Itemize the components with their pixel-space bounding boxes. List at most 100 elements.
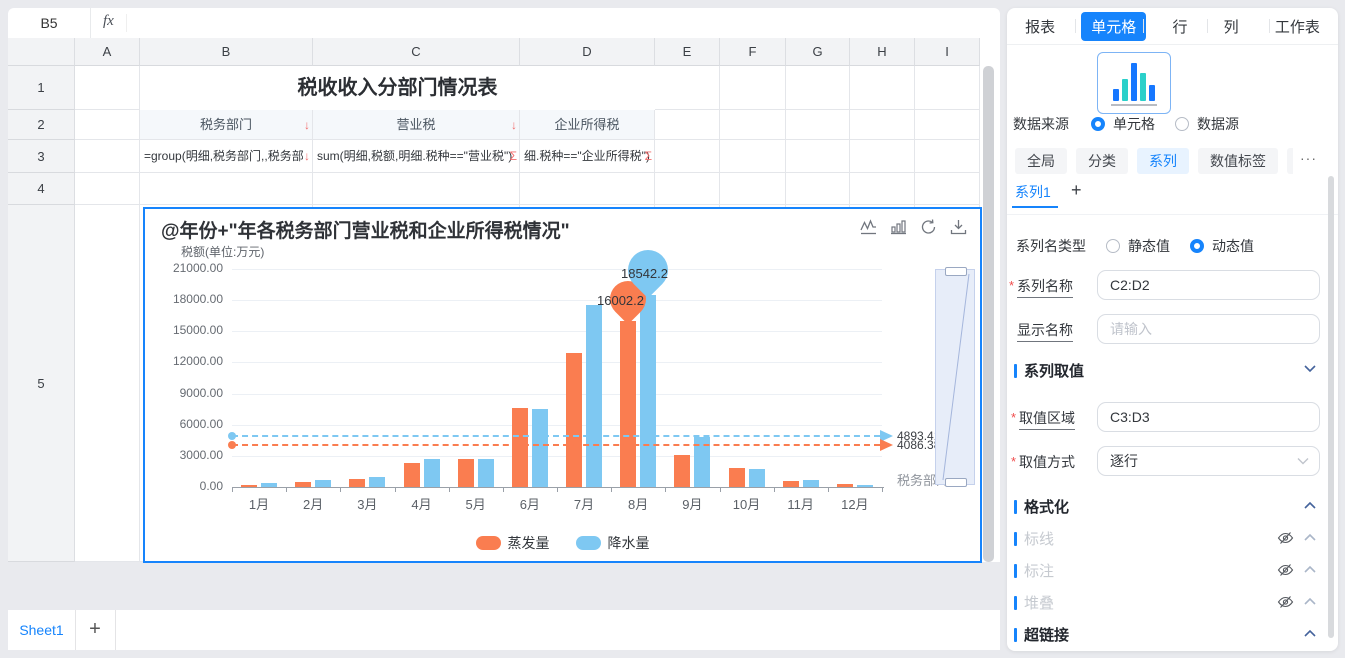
sort-down-icon[interactable]: ↓ bbox=[511, 110, 517, 140]
bar-蒸发量[interactable] bbox=[566, 353, 582, 487]
grid-cell[interactable] bbox=[720, 140, 786, 173]
grid-cell[interactable] bbox=[720, 110, 786, 140]
grid-cell[interactable] bbox=[720, 173, 786, 205]
display-name-input[interactable] bbox=[1097, 314, 1320, 344]
bar-蒸发量[interactable] bbox=[458, 459, 474, 487]
bar-降水量[interactable] bbox=[749, 469, 765, 487]
grid-cell[interactable] bbox=[850, 173, 915, 205]
bar-降水量[interactable] bbox=[532, 409, 548, 487]
radio-icon[interactable] bbox=[1175, 117, 1189, 131]
sort-down-icon[interactable]: ↓ bbox=[304, 110, 310, 140]
grid-cell[interactable] bbox=[655, 173, 720, 205]
grid-cell[interactable] bbox=[75, 173, 140, 205]
bar-降水量[interactable] bbox=[478, 459, 494, 487]
value-mode-select[interactable]: 逐行 bbox=[1097, 446, 1320, 476]
grid-cell[interactable] bbox=[75, 140, 140, 173]
cell-reference-box[interactable]: B5 bbox=[8, 8, 91, 38]
grid-cell[interactable] bbox=[915, 140, 980, 173]
grid-cell[interactable] bbox=[75, 205, 140, 562]
grid-cell[interactable] bbox=[850, 66, 915, 110]
add-series-button[interactable]: + bbox=[1071, 180, 1082, 201]
grid-cell[interactable] bbox=[786, 110, 850, 140]
grid-cell[interactable] bbox=[313, 173, 520, 205]
bar-降水量[interactable] bbox=[640, 295, 656, 487]
column-header[interactable]: B bbox=[140, 38, 313, 66]
formula-cell[interactable]: sum(明细,税额,明细.税种=="营业税")Σ bbox=[313, 140, 520, 173]
grid-cell[interactable] bbox=[140, 173, 313, 205]
row-header[interactable]: 3 bbox=[8, 140, 75, 173]
grid-corner[interactable] bbox=[8, 38, 75, 66]
bar-降水量[interactable] bbox=[586, 305, 602, 487]
formula-cell[interactable]: 细.税种=="企业所得税")Σ bbox=[520, 140, 655, 173]
spreadsheet-grid[interactable]: 税收收入分部门情况表 @年份+"年各税务部门营业税和企业所得税情况" 税额(单位… bbox=[8, 38, 1000, 562]
bar-降水量[interactable] bbox=[803, 480, 819, 487]
subtab-数值标签[interactable]: 数值标签 bbox=[1198, 148, 1278, 174]
panel-tab-4[interactable]: 列 bbox=[1214, 12, 1249, 41]
bar-蒸发量[interactable] bbox=[674, 455, 690, 487]
eye-off-icon[interactable] bbox=[1277, 531, 1294, 545]
series-name-type-option[interactable]: 动态值 bbox=[1190, 236, 1254, 256]
grid-cell[interactable] bbox=[655, 110, 720, 140]
section-title-标注[interactable]: 标注 bbox=[1024, 560, 1054, 581]
section-title-超链接[interactable]: 超链接 bbox=[1024, 624, 1069, 645]
bar-蒸发量[interactable] bbox=[512, 408, 528, 487]
line-chart-icon[interactable] bbox=[859, 218, 878, 236]
eye-off-icon[interactable] bbox=[1277, 595, 1294, 609]
data-source-option[interactable]: 数据源 bbox=[1175, 114, 1239, 134]
subtab-标线[interactable]: 标线 bbox=[1287, 148, 1293, 174]
bar-蒸发量[interactable] bbox=[404, 463, 420, 487]
chevron-up-icon[interactable] bbox=[1303, 533, 1317, 542]
datazoom-slider[interactable] bbox=[935, 269, 975, 485]
grid-cell[interactable] bbox=[786, 173, 850, 205]
bar-蒸发量[interactable] bbox=[620, 321, 636, 487]
grid-cell[interactable] bbox=[520, 173, 655, 205]
bar-蒸发量[interactable] bbox=[349, 479, 365, 487]
bar-降水量[interactable] bbox=[369, 477, 385, 487]
grid-cell[interactable] bbox=[655, 140, 720, 173]
row-header[interactable]: 5 bbox=[8, 205, 75, 562]
column-header[interactable]: H bbox=[850, 38, 915, 66]
sigma-icon[interactable]: Σ bbox=[645, 140, 652, 173]
radio-selected-icon[interactable] bbox=[1091, 117, 1105, 131]
chevron-up-icon[interactable] bbox=[1303, 501, 1317, 510]
grid-cell[interactable] bbox=[655, 66, 720, 110]
row-header[interactable]: 2 bbox=[8, 110, 75, 140]
grid-cell[interactable] bbox=[850, 110, 915, 140]
column-header[interactable]: C bbox=[313, 38, 520, 66]
formula-cell[interactable]: =group(明细,税务部门,,税务部↓ bbox=[140, 140, 313, 173]
subtabs-overflow-button[interactable]: ··· bbox=[1300, 150, 1317, 166]
series-tab-series1[interactable]: 系列1 bbox=[1015, 182, 1051, 202]
bar-降水量[interactable] bbox=[315, 480, 331, 487]
chevron-up-icon[interactable] bbox=[1303, 565, 1317, 574]
chevron-down-icon[interactable] bbox=[1303, 364, 1317, 373]
add-sheet-button[interactable]: + bbox=[75, 610, 116, 650]
datazoom-handle-top[interactable] bbox=[945, 267, 967, 276]
sheet-tab-sheet1[interactable]: Sheet1 bbox=[8, 610, 76, 650]
grid-cell[interactable] bbox=[915, 173, 980, 205]
grid-cell[interactable] bbox=[850, 140, 915, 173]
download-icon[interactable] bbox=[949, 218, 968, 236]
panel-tab-1[interactable]: 报表 bbox=[1015, 12, 1065, 41]
grid-cell[interactable] bbox=[75, 66, 140, 110]
sigma-icon[interactable]: Σ bbox=[510, 140, 517, 173]
subtab-分类[interactable]: 分类 bbox=[1076, 148, 1128, 174]
sort-down-icon[interactable]: ↓ bbox=[304, 140, 310, 173]
series-name-type-option[interactable]: 静态值 bbox=[1106, 236, 1170, 256]
column-header[interactable]: F bbox=[720, 38, 786, 66]
column-header[interactable]: E bbox=[655, 38, 720, 66]
grid-cell[interactable] bbox=[75, 110, 140, 140]
data-source-option[interactable]: 单元格 bbox=[1091, 114, 1155, 134]
bar-蒸发量[interactable] bbox=[241, 485, 257, 487]
grid-cell[interactable] bbox=[786, 140, 850, 173]
data-header-cell[interactable]: 营业税↓ bbox=[313, 110, 520, 140]
panel-tab-3[interactable]: 行 bbox=[1162, 12, 1197, 41]
chart-cell-b5[interactable]: @年份+"年各税务部门营业税和企业所得税情况" 税额(单位:万元) 税务部门 蒸… bbox=[143, 207, 982, 563]
bar-蒸发量[interactable] bbox=[837, 484, 853, 487]
legend-item[interactable]: 降水量 bbox=[576, 533, 650, 553]
row-header[interactable]: 1 bbox=[8, 66, 75, 110]
grid-vertical-scrollbar[interactable] bbox=[983, 66, 994, 562]
section-title-堆叠[interactable]: 堆叠 bbox=[1024, 592, 1054, 613]
section-title-格式化[interactable]: 格式化 bbox=[1024, 496, 1069, 517]
column-header[interactable]: D bbox=[520, 38, 655, 66]
column-header[interactable]: I bbox=[915, 38, 980, 66]
